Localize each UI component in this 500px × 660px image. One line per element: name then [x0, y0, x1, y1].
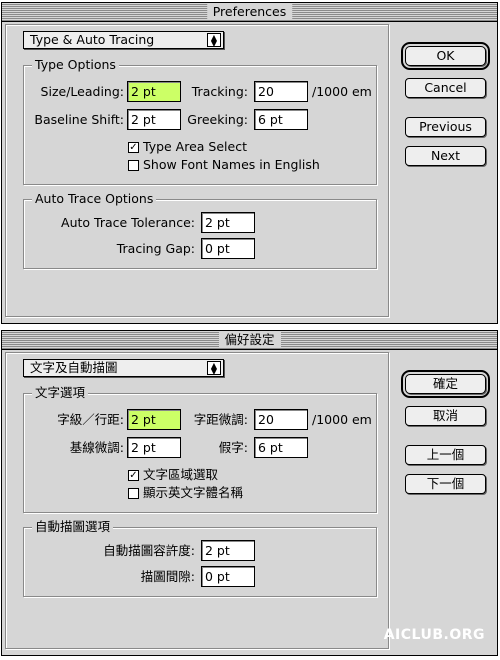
auto-trace-tolerance-field[interactable]: 2 pt: [201, 212, 255, 233]
show-font-names-label[interactable]: 顯示英文字體名稱: [143, 485, 243, 501]
tracking-label: Tracking:: [191, 84, 248, 99]
type-area-select-checkbox[interactable]: ✓: [128, 142, 139, 153]
next-button[interactable]: 下一個: [405, 474, 486, 494]
type-area-select-checkbox[interactable]: ✓: [128, 470, 139, 481]
auto-trace-options-group: 自動描圖選項: [23, 519, 377, 597]
watermark: AICLUB.ORG: [383, 627, 485, 643]
size-leading-label: Size/Leading:: [40, 84, 124, 99]
section-dropdown[interactable]: 文字及自動描圖 ▲ ▼: [23, 359, 224, 377]
greeking-field[interactable]: 6 pt: [254, 437, 308, 458]
baseline-shift-label: 基線微調:: [69, 440, 124, 455]
tracing-gap-field[interactable]: 0 pt: [201, 566, 255, 587]
title-bar[interactable]: 偏好設定: [2, 331, 497, 350]
type-options-title: Type Options: [32, 57, 119, 73]
auto-trace-tolerance-label: 自動描圖容許度:: [103, 543, 195, 558]
tracing-gap-label: Tracing Gap:: [116, 241, 195, 256]
chevron-updown-icon: ▲ ▼: [207, 33, 221, 48]
next-button[interactable]: Next: [405, 146, 486, 166]
greeking-label: 假字:: [218, 440, 248, 455]
show-font-names-checkbox[interactable]: [128, 160, 139, 171]
ok-button[interactable]: 確定: [401, 370, 490, 398]
auto-trace-tolerance-field[interactable]: 2 pt: [201, 540, 255, 561]
greeking-field[interactable]: 6 pt: [254, 109, 308, 130]
section-dropdown[interactable]: Type & Auto Tracing ▲ ▼: [23, 31, 224, 49]
section-dropdown-value: Type & Auto Tracing: [30, 32, 155, 47]
tracking-field[interactable]: 20: [254, 81, 308, 102]
previous-button[interactable]: Previous: [405, 117, 486, 137]
greeking-label: Greeking:: [187, 112, 248, 127]
cancel-button[interactable]: Cancel: [405, 78, 486, 98]
tracing-gap-field[interactable]: 0 pt: [201, 238, 255, 259]
section-dropdown-value: 文字及自動描圖: [30, 360, 118, 375]
title-bar[interactable]: Preferences: [2, 3, 497, 22]
cancel-button[interactable]: 取消: [405, 406, 486, 426]
auto-trace-options-title: Auto Trace Options: [32, 191, 157, 207]
auto-trace-tolerance-label: Auto Trace Tolerance:: [61, 215, 195, 230]
auto-trace-options-group: Auto Trace Options: [23, 191, 377, 269]
window-title: 偏好設定: [218, 332, 281, 348]
tracing-gap-label: 描圖間隙:: [140, 569, 195, 584]
tracking-unit: /1000 em: [312, 412, 372, 427]
type-area-select-label[interactable]: 文字區域選取: [143, 467, 218, 483]
size-leading-label: 字級／行距:: [57, 412, 124, 427]
baseline-shift-label: Baseline Shift:: [34, 112, 124, 127]
tracking-field[interactable]: 20: [254, 409, 308, 430]
show-font-names-label[interactable]: Show Font Names in English: [143, 157, 320, 173]
window-title: Preferences: [206, 4, 293, 20]
preferences-dialog-chinese: 偏好設定 文字及自動描圖 ▲ ▼ 文字選項 字級／行距: 2 pt 字距微調: 2…: [1, 330, 498, 656]
type-area-select-label[interactable]: Type Area Select: [143, 139, 247, 155]
type-options-title: 文字選項: [32, 385, 89, 401]
previous-button[interactable]: 上一個: [405, 445, 486, 465]
tracking-unit: /1000 em: [312, 84, 372, 99]
chevron-updown-icon: ▲ ▼: [207, 361, 221, 376]
ok-button[interactable]: OK: [401, 42, 490, 70]
show-font-names-checkbox[interactable]: [128, 488, 139, 499]
preferences-dialog-english: Preferences Type & Auto Tracing ▲ ▼ Type …: [1, 2, 498, 324]
tracking-label: 字距微調:: [193, 412, 248, 427]
auto-trace-options-title: 自動描圖選項: [32, 519, 114, 535]
